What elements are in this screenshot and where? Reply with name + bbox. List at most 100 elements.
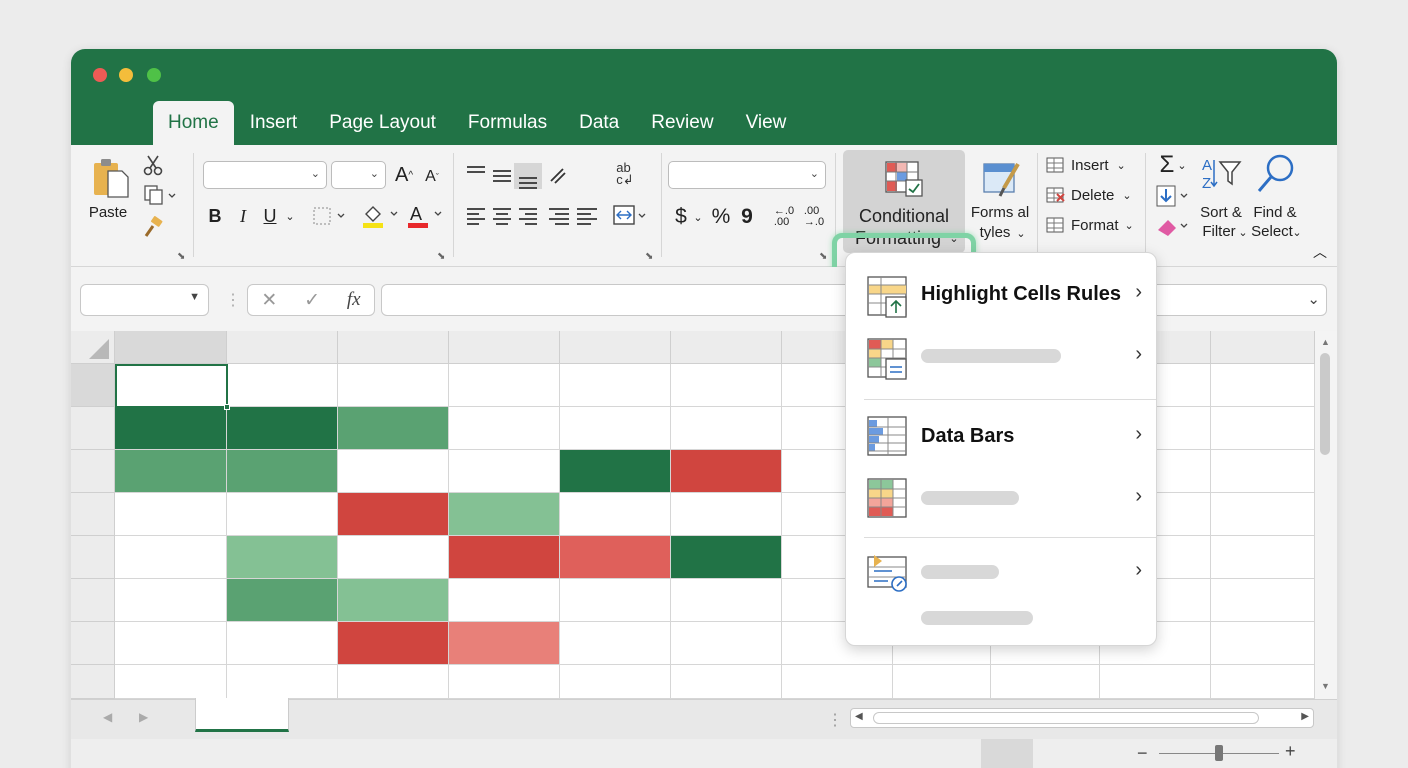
cancel-entry-icon[interactable]: ✕ bbox=[261, 289, 277, 312]
grid-cell[interactable] bbox=[991, 665, 1100, 699]
row-header[interactable] bbox=[71, 536, 115, 579]
italic-button[interactable]: I bbox=[233, 203, 253, 229]
grid-cell[interactable] bbox=[782, 665, 893, 699]
grid-cell[interactable] bbox=[449, 364, 560, 407]
row-header[interactable] bbox=[71, 450, 115, 493]
grid-cell[interactable] bbox=[560, 579, 671, 622]
grid-cell[interactable] bbox=[338, 579, 449, 622]
menu-item-top-bottom-rules[interactable]: › bbox=[846, 327, 1158, 387]
zoom-window-button[interactable] bbox=[147, 68, 161, 82]
format-painter-button[interactable] bbox=[141, 215, 165, 241]
grid-cell[interactable] bbox=[893, 665, 991, 699]
grid-cell[interactable] bbox=[671, 579, 782, 622]
column-header[interactable] bbox=[449, 331, 560, 364]
clipboard-dialog-launcher[interactable]: ⬊ bbox=[177, 251, 185, 262]
grid-cell[interactable] bbox=[338, 493, 449, 536]
grid-cell[interactable] bbox=[449, 622, 560, 665]
grid-cell[interactable] bbox=[227, 665, 338, 699]
conditional-formatting-button[interactable]: Conditional Formatting ⌄ bbox=[843, 150, 965, 253]
grid-cell[interactable] bbox=[449, 407, 560, 450]
grid-cell[interactable] bbox=[227, 622, 338, 665]
grid-cell[interactable] bbox=[1211, 536, 1315, 579]
select-all-corner[interactable] bbox=[71, 331, 115, 364]
grid-cell[interactable] bbox=[449, 536, 560, 579]
grid-cell[interactable] bbox=[560, 364, 671, 407]
paste-button[interactable] bbox=[89, 155, 133, 201]
decrease-font-size-button[interactable]: Aˇ bbox=[421, 163, 443, 191]
column-header[interactable] bbox=[115, 331, 227, 364]
merge-center-button[interactable] bbox=[611, 201, 651, 231]
grid-cell[interactable] bbox=[1211, 579, 1315, 622]
menu-item-color-scales[interactable]: › bbox=[846, 467, 1158, 527]
grid-cell[interactable] bbox=[115, 450, 227, 493]
grid-cell[interactable] bbox=[560, 493, 671, 536]
collapse-ribbon-icon[interactable]: ︿ bbox=[1311, 243, 1329, 262]
fill-handle[interactable] bbox=[224, 404, 230, 410]
delete-cells-button[interactable]: Delete ⌄ bbox=[1045, 183, 1141, 207]
cut-button[interactable] bbox=[141, 153, 165, 177]
grid-cell[interactable] bbox=[560, 622, 671, 665]
grid-cell[interactable] bbox=[449, 493, 560, 536]
underline-button[interactable]: U bbox=[260, 203, 280, 229]
currency-dropdown[interactable]: ⌄ bbox=[692, 205, 704, 229]
format-cells-button[interactable]: Format ⌄ bbox=[1045, 213, 1141, 237]
name-box[interactable]: ▼ bbox=[80, 284, 209, 316]
row-header[interactable] bbox=[71, 579, 115, 622]
grid-cell[interactable] bbox=[115, 493, 227, 536]
menu-item-icon-sets[interactable]: › bbox=[846, 541, 1158, 601]
next-sheet-icon[interactable]: ▶ bbox=[139, 710, 148, 724]
sheet-tab[interactable] bbox=[195, 698, 289, 732]
grid-cell[interactable] bbox=[671, 622, 782, 665]
insert-cells-button[interactable]: Insert ⌄ bbox=[1045, 153, 1141, 177]
font-size-dropdown[interactable]: ⌄ bbox=[331, 161, 386, 189]
zoom-in-button[interactable]: + bbox=[1285, 741, 1296, 762]
row-header[interactable] bbox=[71, 407, 115, 450]
scroll-split-grip[interactable]: ⋮ bbox=[827, 710, 843, 730]
column-header[interactable] bbox=[560, 331, 671, 364]
font-dialog-launcher[interactable]: ⬊ bbox=[437, 251, 445, 262]
grid-cell[interactable] bbox=[671, 665, 782, 699]
grid-cell[interactable] bbox=[1211, 407, 1315, 450]
currency-button[interactable]: $ bbox=[671, 203, 691, 231]
grid-cell[interactable] bbox=[1211, 665, 1315, 699]
borders-button[interactable] bbox=[309, 203, 349, 229]
grid-cell[interactable] bbox=[227, 450, 338, 493]
grid-cell[interactable] bbox=[227, 493, 338, 536]
format-as-table-button[interactable] bbox=[981, 159, 1027, 205]
grid-cell[interactable] bbox=[449, 450, 560, 493]
row-header[interactable] bbox=[71, 364, 115, 407]
grid-cell[interactable] bbox=[115, 665, 227, 699]
grid-cell[interactable] bbox=[227, 536, 338, 579]
fill-color-button[interactable] bbox=[359, 201, 403, 231]
zoom-out-button[interactable]: − bbox=[1137, 743, 1148, 764]
decrease-decimal-button[interactable]: .00 →.0 bbox=[801, 203, 827, 231]
fill-button[interactable] bbox=[1153, 183, 1193, 209]
grid-cell[interactable] bbox=[227, 364, 338, 407]
copy-button[interactable] bbox=[141, 183, 179, 207]
confirm-entry-icon[interactable]: ✓ bbox=[304, 289, 320, 312]
autosum-button[interactable]: Σ ⌄ bbox=[1153, 151, 1193, 179]
column-header[interactable] bbox=[671, 331, 782, 364]
comma-style-button[interactable]: 9 bbox=[738, 203, 756, 231]
grid-cell[interactable] bbox=[338, 665, 449, 699]
grid-cell[interactable] bbox=[671, 536, 782, 579]
tab-view[interactable]: View bbox=[730, 101, 803, 145]
increase-decimal-button[interactable]: ←.0 .00 bbox=[771, 203, 797, 231]
find-select-button[interactable] bbox=[1253, 151, 1299, 197]
grid-cell[interactable] bbox=[560, 407, 671, 450]
font-color-button[interactable]: A bbox=[405, 201, 447, 231]
number-dialog-launcher[interactable]: ⬊ bbox=[819, 251, 827, 262]
grid-cell[interactable] bbox=[115, 536, 227, 579]
tab-insert[interactable]: Insert bbox=[234, 101, 314, 145]
percent-button[interactable]: % bbox=[709, 203, 733, 231]
tab-home[interactable]: Home bbox=[153, 101, 234, 145]
grid-cell[interactable] bbox=[671, 450, 782, 493]
grid-cell[interactable] bbox=[449, 665, 560, 699]
clear-button[interactable] bbox=[1153, 213, 1193, 239]
grid-cell[interactable] bbox=[1211, 622, 1315, 665]
grid-cell[interactable] bbox=[115, 407, 227, 450]
grid-cell[interactable] bbox=[115, 579, 227, 622]
grid-cell[interactable] bbox=[560, 450, 671, 493]
grid-cell[interactable] bbox=[1100, 665, 1211, 699]
grid-cell[interactable] bbox=[338, 450, 449, 493]
